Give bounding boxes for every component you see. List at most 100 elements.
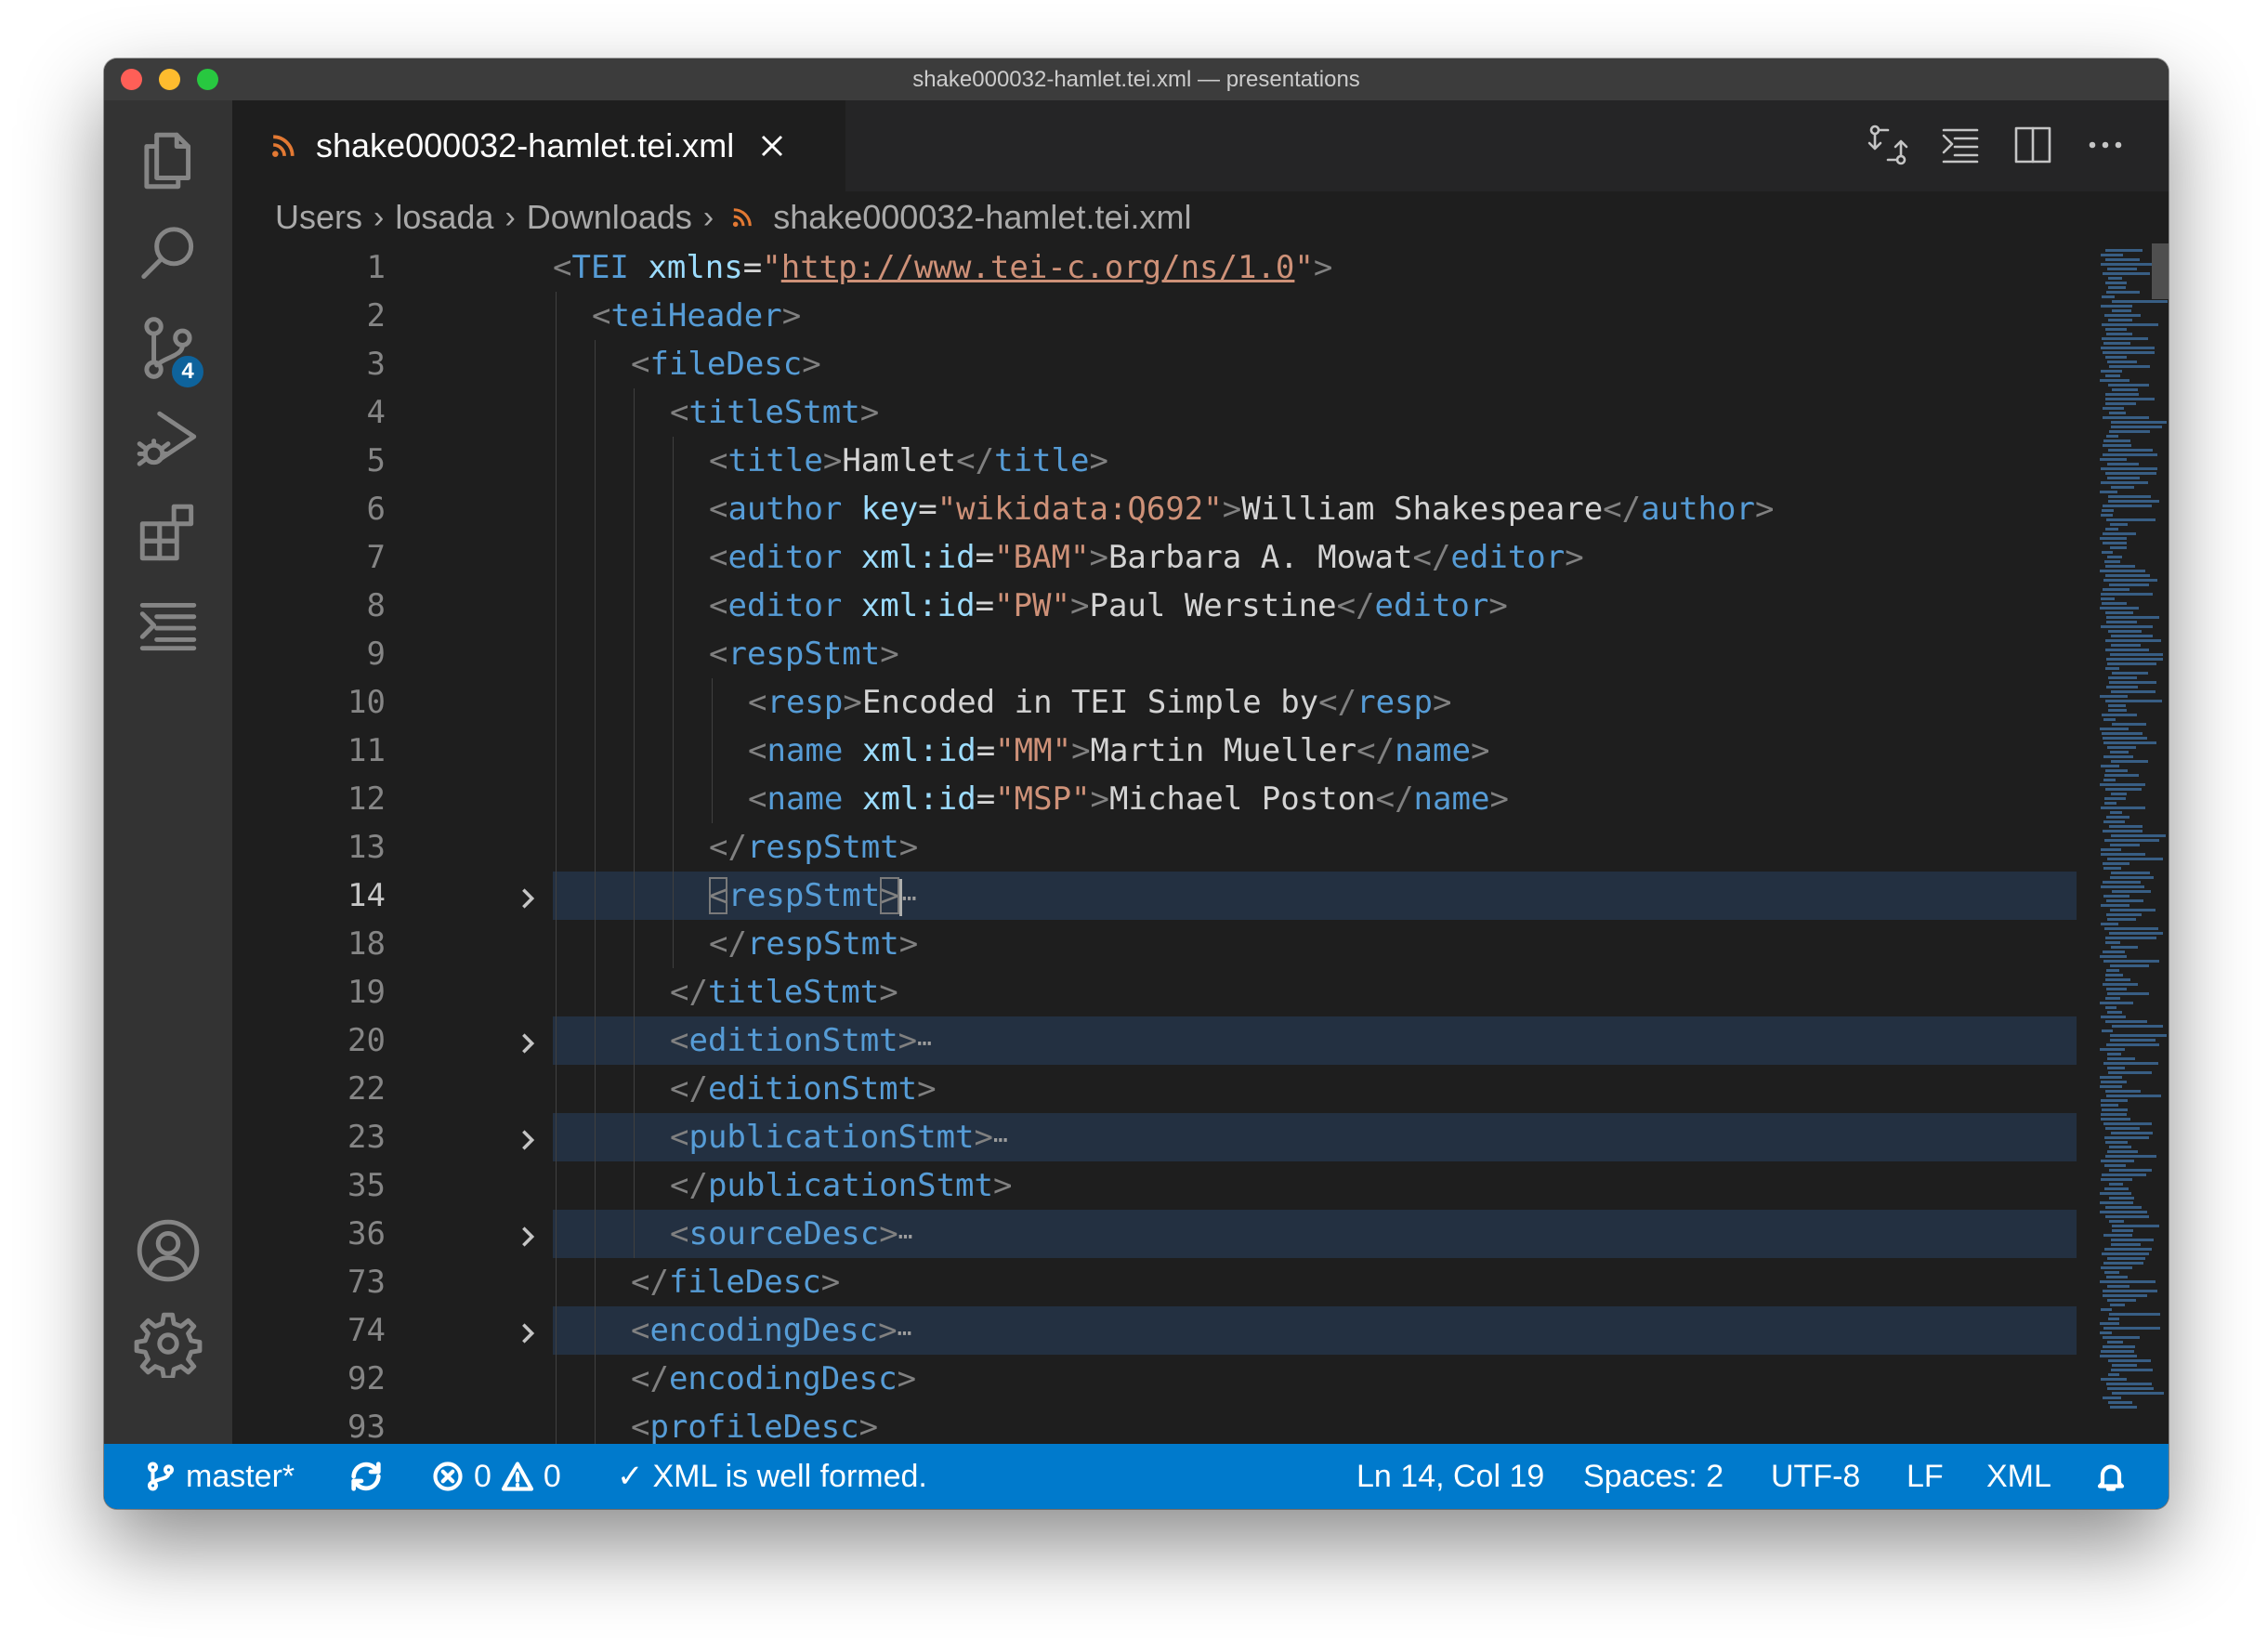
minimap-row xyxy=(2107,1067,2125,1069)
minimap-row xyxy=(2103,1294,2147,1297)
gear-icon[interactable] xyxy=(104,1292,232,1395)
minimap-row xyxy=(2101,923,2118,925)
minimap-row xyxy=(2105,1155,2156,1158)
line-number: 10 xyxy=(347,684,386,721)
editor-tab[interactable]: shake000032-hamlet.tei.xml xyxy=(232,100,845,191)
minimap-row xyxy=(2100,955,2127,958)
minimap-row xyxy=(2112,1392,2164,1395)
folded-ellipsis[interactable]: ⋯ xyxy=(898,1223,913,1251)
compare-changes-icon[interactable] xyxy=(1866,123,1910,167)
minimap-row xyxy=(2109,1183,2123,1186)
scrollbar-thumb[interactable] xyxy=(2152,243,2169,299)
code-line: 7 <editor xml:id="BAM">Barbara A. Mowat<… xyxy=(232,533,2090,582)
cursor-position[interactable]: Ln 14, Col 19 xyxy=(1356,1444,1544,1509)
folded-ellipsis[interactable]: ⋯ xyxy=(902,885,917,912)
minimap-row xyxy=(2112,388,2138,391)
eol-status[interactable]: LF xyxy=(1907,1444,1944,1509)
sync-icon xyxy=(351,1462,381,1491)
minimap-row xyxy=(2103,351,2155,354)
search-icon[interactable] xyxy=(104,203,232,305)
minimap-row xyxy=(2105,788,2142,791)
minimap-row xyxy=(2102,1252,2149,1255)
minimap-row xyxy=(2110,964,2149,967)
maximize-window-button[interactable] xyxy=(197,69,218,90)
minimap-row xyxy=(2108,449,2153,452)
split-editor-icon[interactable] xyxy=(2011,123,2055,167)
minimap-row xyxy=(2108,286,2126,289)
folded-ellipsis[interactable]: ⋯ xyxy=(993,1126,1008,1154)
minimap-row xyxy=(2101,305,2132,308)
code-line: 92 </encodingDesc> xyxy=(232,1355,2090,1403)
notifications-bell[interactable] xyxy=(2094,1444,2128,1509)
fold-chevron-icon[interactable] xyxy=(515,1318,541,1344)
folded-ellipsis[interactable]: ⋯ xyxy=(917,1029,932,1057)
minimap-row xyxy=(2101,1266,2132,1269)
fold-chevron-icon[interactable] xyxy=(515,1028,541,1054)
minimap-row xyxy=(2105,1020,2147,1023)
more-actions-icon[interactable] xyxy=(2083,123,2128,167)
problems-status[interactable]: 0 0 xyxy=(431,1444,561,1509)
minimap-row xyxy=(2106,435,2118,438)
code-line: 35 </publicationStmt> xyxy=(232,1161,2090,1210)
validation-text: XML is well formed. xyxy=(652,1458,927,1494)
close-window-button[interactable] xyxy=(121,69,142,90)
language-mode[interactable]: XML xyxy=(1986,1444,2051,1509)
branch-status[interactable]: master* xyxy=(145,1444,295,1509)
fold-chevron-icon[interactable] xyxy=(515,1221,541,1247)
minimap-row xyxy=(2107,1011,2122,1014)
minimap-row xyxy=(2112,890,2151,893)
minimap-row xyxy=(2103,741,2156,744)
breadcrumb-losada[interactable]: losada xyxy=(395,198,493,237)
close-tab-icon[interactable] xyxy=(758,132,786,160)
minimap-row xyxy=(2100,607,2139,610)
minimap-row xyxy=(2108,500,2159,503)
vscode-window: shake000032-hamlet.tei.xml — presentatio… xyxy=(104,59,2169,1509)
line-number: 5 xyxy=(366,442,386,479)
outline-icon[interactable] xyxy=(104,574,232,676)
run-debug-icon[interactable] xyxy=(104,388,232,491)
minimap-row xyxy=(2110,1304,2125,1306)
namespace-link[interactable]: http://www.tei-c.org/ns/1.0 xyxy=(781,249,1295,286)
window-title: shake000032-hamlet.tei.xml — presentatio… xyxy=(912,66,1360,92)
folded-ellipsis[interactable]: ⋯ xyxy=(898,1319,912,1347)
minimap-row xyxy=(2101,593,2153,596)
sync-status[interactable] xyxy=(347,1444,385,1509)
breadcrumb-users[interactable]: Users xyxy=(275,198,362,237)
minimap-row xyxy=(2105,402,2136,405)
source-control-icon[interactable]: 4 xyxy=(104,295,232,398)
fold-chevron-icon[interactable] xyxy=(515,883,541,909)
breadcrumb-downloads[interactable]: Downloads xyxy=(527,198,692,237)
encoding-status[interactable]: UTF-8 xyxy=(1771,1444,1860,1509)
fold-chevron-icon[interactable] xyxy=(515,1124,541,1150)
minimap-row xyxy=(2103,588,2129,591)
minimap-row xyxy=(2109,825,2143,828)
code-line-folded: 74 <encodingDesc>⋯ xyxy=(232,1306,2090,1355)
minimap-row xyxy=(2111,760,2148,763)
minimap-row xyxy=(2105,528,2118,531)
indentation-status[interactable]: Spaces: 2 xyxy=(1583,1444,1723,1509)
minimap-row xyxy=(2103,1062,2158,1065)
breadcrumb-file[interactable]: shake000032-hamlet.tei.xml xyxy=(773,198,1191,237)
minimap-row xyxy=(2111,793,2127,795)
outline-view-icon[interactable] xyxy=(1938,123,1983,167)
minimap[interactable] xyxy=(2090,243,2169,1444)
breadcrumb: Users › losada › Downloads › shake000032… xyxy=(232,191,2169,243)
validation-status[interactable]: ✓ XML is well formed. xyxy=(617,1444,927,1509)
minimap-row xyxy=(2105,611,2133,614)
explorer-icon[interactable] xyxy=(104,110,232,212)
minimap-row xyxy=(2106,686,2138,688)
minimize-window-button[interactable] xyxy=(159,69,180,90)
minimap-row xyxy=(2111,1132,2153,1134)
line-number: 7 xyxy=(366,539,386,576)
minimap-row xyxy=(2106,1095,2161,1097)
minimap-row xyxy=(2110,523,2128,526)
error-icon xyxy=(433,1462,463,1491)
code-editor[interactable]: 1 <TEI xmlns="http://www.tei-c.org/ns/1.… xyxy=(232,243,2169,1444)
minimap-row xyxy=(2108,630,2142,633)
code-line: 11 <name xml:id="MM">Martin Mueller</nam… xyxy=(232,727,2090,775)
minimap-row xyxy=(2103,1345,2135,1348)
accounts-icon[interactable] xyxy=(104,1200,232,1302)
minimap-row xyxy=(2104,1136,2149,1139)
extensions-icon[interactable] xyxy=(104,481,232,583)
minimap-row xyxy=(2102,714,2137,716)
